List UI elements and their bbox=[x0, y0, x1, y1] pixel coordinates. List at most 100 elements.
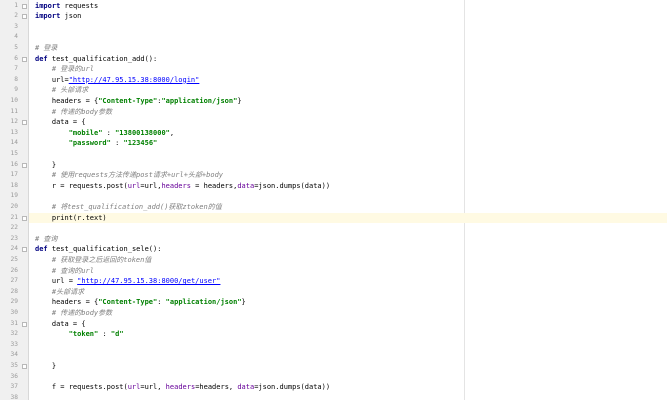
code-line[interactable]: 8 url="http://47.95.15.38:8000/login" bbox=[14, 75, 667, 86]
code-token: # 使用requests方法传递post请求+url+头部+body bbox=[51, 171, 224, 180]
fold-marker-icon[interactable] bbox=[22, 14, 27, 20]
code-line[interactable]: 17 # 使用requests方法传递post请求+url+头部+body bbox=[11, 170, 667, 181]
code-line[interactable]: 24 def test_qualification_sele(): bbox=[11, 244, 667, 255]
code-line[interactable]: 16 } bbox=[11, 160, 667, 171]
line-number: 1 bbox=[14, 1, 18, 9]
line-number: 10 bbox=[10, 96, 18, 104]
code-line[interactable]: 19 bbox=[11, 191, 667, 202]
code-text: } bbox=[35, 361, 56, 372]
line-number: 8 bbox=[14, 75, 18, 83]
code-token: import bbox=[35, 1, 61, 10]
code-line[interactable]: 25 # 获取登录之后返回的token值 bbox=[11, 255, 667, 266]
code-text: url="http://47.95.15.38:8000/login" bbox=[35, 75, 200, 86]
fold-marker-icon[interactable] bbox=[22, 3, 27, 9]
code-token: def bbox=[35, 245, 48, 254]
line-number: 15 bbox=[10, 149, 18, 157]
fold-marker-icon[interactable] bbox=[22, 162, 27, 168]
code-text: # 传递的body参数 bbox=[35, 107, 112, 118]
code-line[interactable]: 2 import json bbox=[14, 11, 667, 22]
code-line[interactable]: 3 bbox=[14, 22, 667, 33]
code-token: , bbox=[169, 128, 175, 137]
fold-marker-icon[interactable] bbox=[22, 247, 27, 253]
code-token: # 将test_qualification_add()获取ztoken的值 bbox=[51, 202, 222, 211]
code-token: : bbox=[110, 139, 124, 148]
code-line[interactable]: 5 # 登录 bbox=[14, 43, 667, 54]
line-number: 21 bbox=[10, 213, 18, 221]
line-number: 13 bbox=[10, 128, 18, 136]
code-editor[interactable]: 1 import requests 2 import json 3 4 5 # 登录 6 def … bbox=[0, 0, 667, 403]
code-line[interactable]: 11 # 传递的body参数 bbox=[11, 107, 667, 118]
code-line[interactable]: 35 } bbox=[11, 361, 667, 372]
code-line[interactable]: 4 bbox=[14, 32, 667, 43]
code-line[interactable]: 9 # 头部请求 bbox=[14, 85, 667, 96]
code-text: #头部请求 bbox=[35, 287, 84, 298]
code-token: import bbox=[35, 12, 61, 21]
code-line[interactable]: 34 bbox=[11, 350, 667, 361]
code-line[interactable]: 18 r = requests.post(url=url,headers = h… bbox=[11, 181, 667, 192]
fold-marker-icon[interactable] bbox=[22, 56, 27, 62]
code-token: headers = { bbox=[35, 96, 99, 105]
line-number: 9 bbox=[14, 86, 18, 94]
code-text: "token" : "d" bbox=[35, 329, 124, 340]
code-area[interactable]: 1 import requests 2 import json 3 4 5 # 登录 6 def … bbox=[11, 0, 667, 403]
fold-marker-icon[interactable] bbox=[22, 215, 27, 221]
code-line[interactable]: 32 "token" : "d" bbox=[11, 329, 667, 340]
code-line[interactable]: 37 f = requests.post(url=url, headers=he… bbox=[11, 382, 667, 393]
code-text: "mobile" : "13800138000", bbox=[35, 128, 174, 139]
code-line[interactable]: 12 data = { bbox=[11, 117, 667, 128]
code-line[interactable]: 27 url = "http://47.95.15.38:8000/get/us… bbox=[11, 276, 667, 287]
code-line[interactable]: 33 bbox=[11, 340, 667, 351]
code-token: "13800138000" bbox=[115, 128, 170, 137]
code-token: r = requests.post( bbox=[35, 181, 128, 190]
code-token: =url, bbox=[140, 181, 162, 190]
line-number: 12 bbox=[10, 118, 18, 126]
line-number: 18 bbox=[10, 181, 18, 189]
code-line[interactable]: 14 "password" : "123456" bbox=[11, 138, 667, 149]
line-number: 28 bbox=[10, 287, 18, 295]
code-text: # 获取登录之后返回的token值 bbox=[35, 255, 152, 266]
code-token: def bbox=[35, 54, 48, 63]
code-line[interactable]: 23 # 查询 bbox=[11, 234, 667, 245]
code-token: } bbox=[35, 361, 57, 370]
fold-marker-icon[interactable] bbox=[22, 363, 27, 369]
code-line[interactable]: 20 # 将test_qualification_add()获取ztoken的值 bbox=[11, 202, 667, 213]
line-number: 32 bbox=[10, 330, 18, 338]
fold-marker-icon[interactable] bbox=[22, 120, 27, 126]
code-line[interactable]: 29 headers = {"Content-Type": "applicati… bbox=[11, 297, 667, 308]
code-token: # 获取登录之后返回的token值 bbox=[51, 255, 152, 264]
code-line[interactable]: 1 import requests bbox=[14, 1, 667, 12]
code-line[interactable]: 28 #头部请求 bbox=[11, 287, 667, 298]
line-number: 24 bbox=[10, 245, 18, 253]
code-token: # 登录的url bbox=[51, 65, 94, 74]
line-number: 11 bbox=[10, 107, 18, 115]
line-number: 20 bbox=[10, 202, 18, 210]
code-token: # 查询 bbox=[35, 234, 58, 243]
current-code-line[interactable]: 21 print(r.text) bbox=[11, 212, 667, 224]
code-line[interactable]: 38 bbox=[11, 393, 667, 403]
fold-marker-icon[interactable] bbox=[22, 321, 27, 327]
code-line[interactable]: 36 bbox=[11, 372, 667, 383]
code-line[interactable]: 31 data = { bbox=[11, 319, 667, 330]
code-token: #头部请求 bbox=[51, 287, 85, 296]
code-line[interactable]: 26 # 查询的url bbox=[11, 266, 667, 277]
code-line[interactable]: 30 # 传递的body参数 bbox=[11, 308, 667, 319]
code-text: # 头部请求 bbox=[35, 85, 88, 96]
code-line[interactable]: 15 bbox=[11, 149, 667, 160]
code-line[interactable]: 10 headers = {"Content-Type":"applicatio… bbox=[11, 96, 667, 107]
code-line[interactable]: 13 "mobile" : "13800138000", bbox=[11, 128, 667, 139]
code-line[interactable]: 22 bbox=[11, 223, 667, 234]
code-token: : bbox=[157, 298, 166, 307]
code-text: url = "http://47.95.15.38:8000/get/user" bbox=[35, 276, 221, 287]
code-token: data bbox=[237, 181, 255, 190]
code-line[interactable]: 6 def test_qualification_add(): bbox=[14, 54, 667, 65]
line-number: 33 bbox=[10, 340, 18, 348]
code-line[interactable]: 7 # 登录的url bbox=[14, 64, 667, 75]
code-token: } bbox=[35, 160, 57, 169]
code-token: json bbox=[60, 12, 82, 21]
code-token: } bbox=[241, 298, 246, 307]
